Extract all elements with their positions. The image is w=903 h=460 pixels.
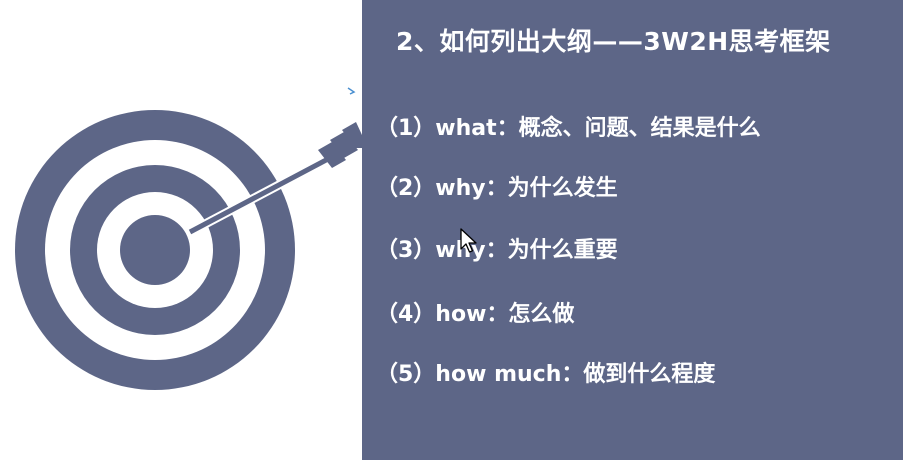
outline-item-why-important: （3）why：为什么重要: [376, 238, 618, 263]
outline-item-why-happen: （2）why：为什么发生: [376, 176, 618, 201]
outline-item-what: （1）what：概念、问题、结果是什么: [376, 116, 761, 141]
outline-item-how-much: （5）how much：做到什么程度: [376, 362, 716, 387]
panel-title: 2、如何列出大纲——3W2H思考框架: [396, 27, 831, 56]
outline-item-how: （4）how：怎么做: [376, 302, 575, 327]
slide: 2、如何列出大纲——3W2H思考框架 （1）what：概念、问题、结果是什么 （…: [0, 0, 903, 460]
mouse-pointer-icon: [460, 228, 477, 253]
left-pane: [0, 0, 362, 460]
target-with-arrow-icon: [15, 87, 362, 390]
outline-panel: 2、如何列出大纲——3W2H思考框架 （1）what：概念、问题、结果是什么 （…: [362, 0, 903, 460]
